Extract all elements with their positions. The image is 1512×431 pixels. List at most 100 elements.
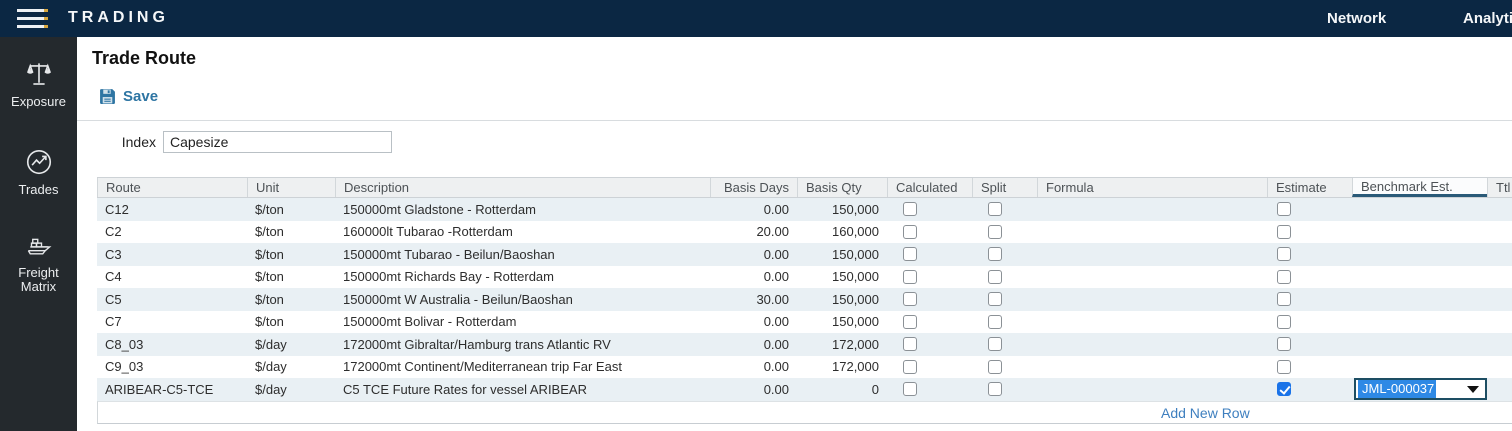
split-checkbox[interactable] — [988, 360, 1002, 374]
cell-route[interactable]: C9_03 — [97, 356, 247, 379]
table-row[interactable]: C7 $/ton 150000mt Bolivar - Rotterdam 0.… — [97, 311, 1512, 334]
cell-ttl[interactable] — [1487, 333, 1512, 356]
cell-formula[interactable] — [1037, 221, 1267, 244]
cell-route[interactable]: C4 — [97, 266, 247, 289]
cell-route[interactable]: C2 — [97, 221, 247, 244]
calculated-checkbox[interactable] — [903, 382, 917, 396]
cell-basis-qty[interactable]: 160,000 — [797, 221, 887, 244]
cell-description[interactable]: 172000mt Continent/Mediterranean trip Fa… — [335, 356, 710, 379]
cell-basis-days[interactable]: 0.00 — [710, 311, 797, 334]
cell-route[interactable]: C8_03 — [97, 333, 247, 356]
cell-unit[interactable]: $/ton — [247, 311, 335, 334]
calculated-checkbox[interactable] — [903, 292, 917, 306]
cell-basis-qty[interactable]: 0 — [797, 378, 887, 401]
sidebar-item-freight-matrix[interactable]: Freight Matrix — [0, 230, 77, 294]
cell-description[interactable]: 160000lt Tubarao -Rotterdam — [335, 221, 710, 244]
cell-ttl[interactable] — [1487, 288, 1512, 311]
cell-route[interactable]: C7 — [97, 311, 247, 334]
cell-benchmark-est[interactable] — [1352, 221, 1487, 244]
cell-description[interactable]: 150000mt Bolivar - Rotterdam — [335, 311, 710, 334]
cell-basis-qty[interactable]: 172,000 — [797, 333, 887, 356]
cell-basis-days[interactable]: 0.00 — [710, 356, 797, 379]
split-checkbox[interactable] — [988, 247, 1002, 261]
cell-route[interactable]: C5 — [97, 288, 247, 311]
estimate-checkbox[interactable] — [1277, 382, 1291, 396]
cell-unit[interactable]: $/ton — [247, 243, 335, 266]
column-header-formula[interactable]: Formula — [1037, 178, 1267, 197]
cell-basis-days[interactable]: 0.00 — [710, 333, 797, 356]
nav-network-link[interactable]: Network — [1327, 10, 1386, 27]
cell-route[interactable]: ARIBEAR-C5-TCE — [97, 378, 247, 401]
cell-formula[interactable] — [1037, 288, 1267, 311]
estimate-checkbox[interactable] — [1277, 202, 1291, 216]
cell-unit[interactable]: $/day — [247, 378, 335, 401]
estimate-checkbox[interactable] — [1277, 360, 1291, 374]
calculated-checkbox[interactable] — [903, 225, 917, 239]
cell-formula[interactable] — [1037, 266, 1267, 289]
cell-basis-days[interactable]: 30.00 — [710, 288, 797, 311]
cell-basis-days[interactable]: 20.00 — [710, 221, 797, 244]
calculated-checkbox[interactable] — [903, 202, 917, 216]
table-row[interactable]: C3 $/ton 150000mt Tubarao - Beilun/Baosh… — [97, 243, 1512, 266]
cell-description[interactable]: 150000mt Tubarao - Beilun/Baoshan — [335, 243, 710, 266]
split-checkbox[interactable] — [988, 382, 1002, 396]
cell-unit[interactable]: $/day — [247, 356, 335, 379]
benchmark-est-dropdown[interactable]: JML-000037 — [1354, 378, 1487, 400]
column-header-description[interactable]: Description — [335, 178, 710, 197]
cell-description[interactable]: 150000mt Gladstone - Rotterdam — [335, 198, 710, 221]
split-checkbox[interactable] — [988, 337, 1002, 351]
cell-benchmark-est[interactable] — [1352, 311, 1487, 334]
sidebar-item-trades[interactable]: Trades — [0, 147, 77, 197]
cell-ttl[interactable] — [1487, 266, 1512, 289]
cell-ttl[interactable] — [1487, 221, 1512, 244]
cell-unit[interactable]: $/ton — [247, 266, 335, 289]
cell-benchmark-est[interactable] — [1352, 356, 1487, 379]
cell-formula[interactable] — [1037, 198, 1267, 221]
cell-ttl[interactable] — [1487, 311, 1512, 334]
column-header-basis-days[interactable]: Basis Days — [710, 178, 797, 197]
column-header-calculated[interactable]: Calculated — [887, 178, 972, 197]
split-checkbox[interactable] — [988, 270, 1002, 284]
table-row[interactable]: C5 $/ton 150000mt W Australia - Beilun/B… — [97, 288, 1512, 311]
cell-basis-days[interactable]: 0.00 — [710, 378, 797, 401]
cell-unit[interactable]: $/day — [247, 333, 335, 356]
split-checkbox[interactable] — [988, 315, 1002, 329]
save-button[interactable]: Save — [99, 88, 158, 105]
estimate-checkbox[interactable] — [1277, 315, 1291, 329]
cell-formula[interactable] — [1037, 378, 1267, 401]
cell-formula[interactable] — [1037, 311, 1267, 334]
estimate-checkbox[interactable] — [1277, 292, 1291, 306]
cell-route[interactable]: C3 — [97, 243, 247, 266]
table-row[interactable]: C12 $/ton 150000mt Gladstone - Rotterdam… — [97, 198, 1512, 221]
cell-benchmark-est[interactable] — [1352, 243, 1487, 266]
column-header-estimate[interactable]: Estimate — [1267, 178, 1352, 197]
cell-basis-qty[interactable]: 150,000 — [797, 288, 887, 311]
split-checkbox[interactable] — [988, 225, 1002, 239]
column-header-unit[interactable]: Unit — [247, 178, 335, 197]
estimate-checkbox[interactable] — [1277, 270, 1291, 284]
column-header-split[interactable]: Split — [972, 178, 1037, 197]
calculated-checkbox[interactable] — [903, 247, 917, 261]
calculated-checkbox[interactable] — [903, 270, 917, 284]
table-row[interactable]: C4 $/ton 150000mt Richards Bay - Rotterd… — [97, 266, 1512, 289]
cell-basis-days[interactable]: 0.00 — [710, 243, 797, 266]
estimate-checkbox[interactable] — [1277, 225, 1291, 239]
calculated-checkbox[interactable] — [903, 315, 917, 329]
cell-basis-days[interactable]: 0.00 — [710, 266, 797, 289]
column-header-route[interactable]: Route — [97, 178, 247, 197]
cell-ttl[interactable] — [1487, 243, 1512, 266]
cell-route[interactable]: C12 — [97, 198, 247, 221]
cell-ttl[interactable] — [1487, 378, 1512, 401]
cell-description[interactable]: 172000mt Gibraltar/Hamburg trans Atlanti… — [335, 333, 710, 356]
index-input[interactable] — [163, 131, 392, 153]
cell-basis-qty[interactable]: 150,000 — [797, 243, 887, 266]
calculated-checkbox[interactable] — [903, 360, 917, 374]
cell-unit[interactable]: $/ton — [247, 198, 335, 221]
estimate-checkbox[interactable] — [1277, 247, 1291, 261]
cell-benchmark-est[interactable] — [1352, 288, 1487, 311]
split-checkbox[interactable] — [988, 292, 1002, 306]
cell-formula[interactable] — [1037, 356, 1267, 379]
table-row[interactable]: C9_03 $/day 172000mt Continent/Mediterra… — [97, 356, 1512, 379]
split-checkbox[interactable] — [988, 202, 1002, 216]
estimate-checkbox[interactable] — [1277, 337, 1291, 351]
